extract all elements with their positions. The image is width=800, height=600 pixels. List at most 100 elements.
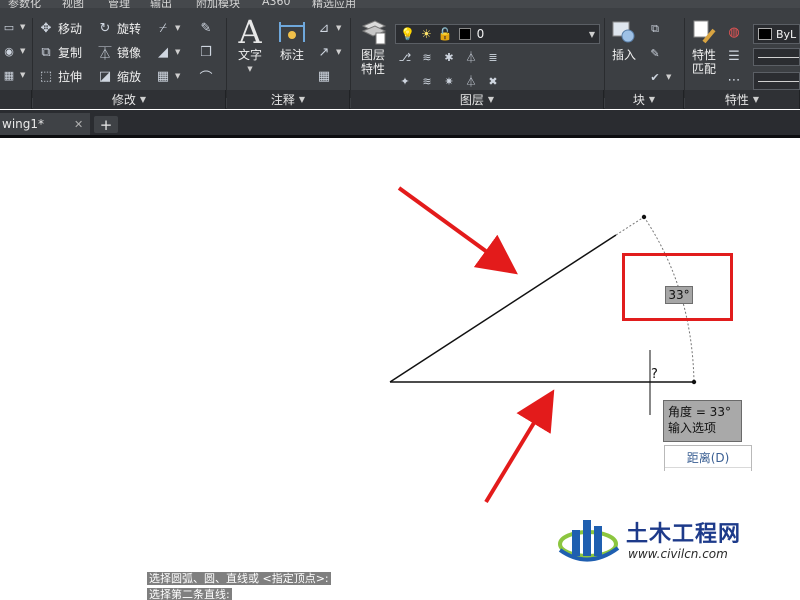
trim-icon: ⌿	[159, 20, 167, 36]
move-button[interactable]: ✥ 移动	[38, 20, 82, 37]
menu-view[interactable]: 视图	[62, 0, 84, 8]
menu-parametric[interactable]: 参数化	[8, 0, 41, 8]
linetype-icon: ⋯	[727, 72, 741, 88]
cursor-question-icon: ?	[651, 367, 658, 382]
fillet-icon: ◢	[158, 44, 168, 60]
array-icon: ▦	[156, 68, 170, 84]
layer-tool-icon[interactable]: ≋	[420, 50, 434, 64]
layers-panel-title[interactable]: 图层 ▼	[351, 90, 604, 109]
layer-tool-icon[interactable]: ✖	[486, 74, 500, 88]
watermark-url: www.civilcn.com	[628, 547, 728, 561]
offset-button[interactable]: ⌒	[198, 68, 214, 86]
menu-bar: 参数化 视图 管理 输出 附加模块 A360 精选应用	[0, 0, 800, 8]
fillet-button[interactable]: ◢ ▼	[155, 44, 180, 60]
copy-icon: ⧉	[41, 45, 51, 60]
rotate-button[interactable]: ↻ 旋转	[97, 20, 141, 37]
scale-button[interactable]: ◪ 缩放	[97, 68, 141, 85]
lineweight-button[interactable]: ☰	[726, 48, 742, 64]
layer-tool-icon[interactable]: ≣	[486, 50, 500, 64]
layer-tool-icon[interactable]: ✱	[442, 50, 456, 64]
rotate-label: 旋转	[117, 22, 142, 36]
layer-tool-icon[interactable]: ≋	[420, 74, 434, 88]
tool-icon: ◉	[4, 44, 14, 58]
mirror-label: 镜像	[117, 46, 142, 60]
leader-icon: ⊿	[318, 20, 330, 36]
line-angled[interactable]	[389, 234, 617, 383]
color-wheel-button[interactable]: ◍	[726, 24, 742, 40]
layer-dropdown[interactable]: 💡 ☀ 🔓 0 ▼	[395, 24, 600, 44]
block-panel-title[interactable]: 块 ▼	[605, 90, 684, 109]
partial-tool-3[interactable]: ▦ ▼	[2, 68, 26, 82]
table-button[interactable]: ▦	[316, 68, 332, 84]
layer-properties-icon	[356, 16, 390, 48]
menu-a360[interactable]: A360	[262, 0, 291, 8]
lock-icon: 🔓	[437, 27, 453, 41]
color-dropdown[interactable]: ByL	[753, 24, 800, 44]
insert-block-button[interactable]: 插入	[606, 16, 642, 62]
leader-button[interactable]: ⊿ ▼	[316, 20, 342, 36]
menu-manage[interactable]: 管理	[108, 0, 130, 8]
layer-tool-icon[interactable]: ✷	[442, 74, 456, 88]
command-history-line: 选择第二条直线:	[147, 588, 232, 600]
layer-properties-button[interactable]: 图层 特性	[354, 16, 392, 76]
chevron-down-icon: ▼	[648, 95, 656, 104]
dimension-button[interactable]: 标注	[272, 16, 312, 62]
create-block-button[interactable]: ⧉	[648, 22, 662, 36]
copy-button[interactable]: ⧉ 复制	[38, 44, 82, 61]
scale-label: 缩放	[117, 70, 142, 84]
panel-bar-partial	[0, 90, 32, 109]
stretch-button[interactable]: ⬚ 拉伸	[38, 68, 82, 85]
layer-properties-label: 图层 特性	[360, 48, 385, 76]
option-distance[interactable]: 距离(D)	[665, 448, 751, 468]
table-icon: ▦	[317, 68, 331, 84]
layer-tool-icon[interactable]: ⏃	[464, 50, 478, 64]
text-icon: A	[238, 13, 262, 51]
chevron-down-icon: ▼	[487, 95, 495, 104]
annotation-arrow-bottom	[484, 389, 555, 504]
explode-icon: ❒	[200, 44, 212, 60]
sun-icon: ☀	[420, 27, 432, 41]
layer-tool-icon[interactable]: ⏃	[464, 74, 478, 88]
file-tab-drawing1[interactable]: wing1* ✕	[0, 113, 90, 135]
layer-tool-icon[interactable]: ⎇	[398, 50, 412, 64]
trim-button[interactable]: ⌿ ▼	[155, 20, 180, 36]
close-icon[interactable]: ✕	[74, 118, 83, 131]
text-button[interactable]: A 文字 ▼	[230, 16, 270, 76]
arc-endpoint	[691, 379, 697, 385]
edit-block-button[interactable]: ✎	[648, 46, 662, 60]
annotation-panel-title[interactable]: 注释 ▼	[227, 90, 350, 109]
menu-addins[interactable]: 附加模块	[196, 0, 240, 8]
linetype-button[interactable]: ⋯	[726, 72, 742, 88]
multileader-button[interactable]: ↗ ▼	[316, 44, 342, 60]
insert-block-icon	[607, 16, 641, 48]
lineweight-dropdown[interactable]	[753, 72, 800, 90]
create-block-icon: ⧉	[651, 22, 659, 35]
array-button[interactable]: ▦ ▼	[155, 68, 181, 84]
partial-tool-2[interactable]: ◉ ▼	[2, 44, 25, 58]
match-properties-button[interactable]: 特性 匹配	[686, 16, 722, 76]
modify-panel-title[interactable]: 修改 ▼	[33, 90, 226, 109]
drawing-canvas[interactable]: ? 33° 角度 = 33° 输入选项 距离(D) 土木工程网 www.civi…	[0, 138, 800, 600]
angle-input-field[interactable]: 33°	[665, 286, 693, 304]
mirror-icon: ⏄	[98, 47, 112, 62]
dynamic-input-tooltip: 角度 = 33° 输入选项	[663, 400, 742, 442]
linetype-dropdown[interactable]	[753, 48, 800, 66]
chevron-down-icon: ▼	[588, 29, 595, 39]
chevron-down-icon: ▼	[139, 95, 147, 104]
separator	[604, 18, 605, 98]
match-label: 特性 匹配	[691, 48, 716, 76]
block-attr-button[interactable]: ✔ ▼	[648, 70, 671, 84]
color-swatch	[758, 28, 772, 40]
multileader-icon: ↗	[318, 44, 330, 60]
mirror-button[interactable]: ⏄ 镜像	[97, 44, 142, 62]
match-properties-icon	[687, 16, 721, 48]
new-tab-button[interactable]: +	[94, 116, 118, 134]
explode-button[interactable]: ❒	[198, 44, 214, 60]
menu-output[interactable]: 输出	[150, 0, 172, 8]
stretch-icon: ⬚	[39, 69, 53, 84]
layer-tool-icon[interactable]: ✦	[398, 74, 412, 88]
menu-featured-apps[interactable]: 精选应用	[312, 0, 356, 8]
properties-panel-title[interactable]: 特性 ▼	[685, 90, 800, 109]
erase-button[interactable]: ✎	[198, 20, 214, 36]
partial-tool-1[interactable]: ▭ ▼	[2, 20, 26, 34]
